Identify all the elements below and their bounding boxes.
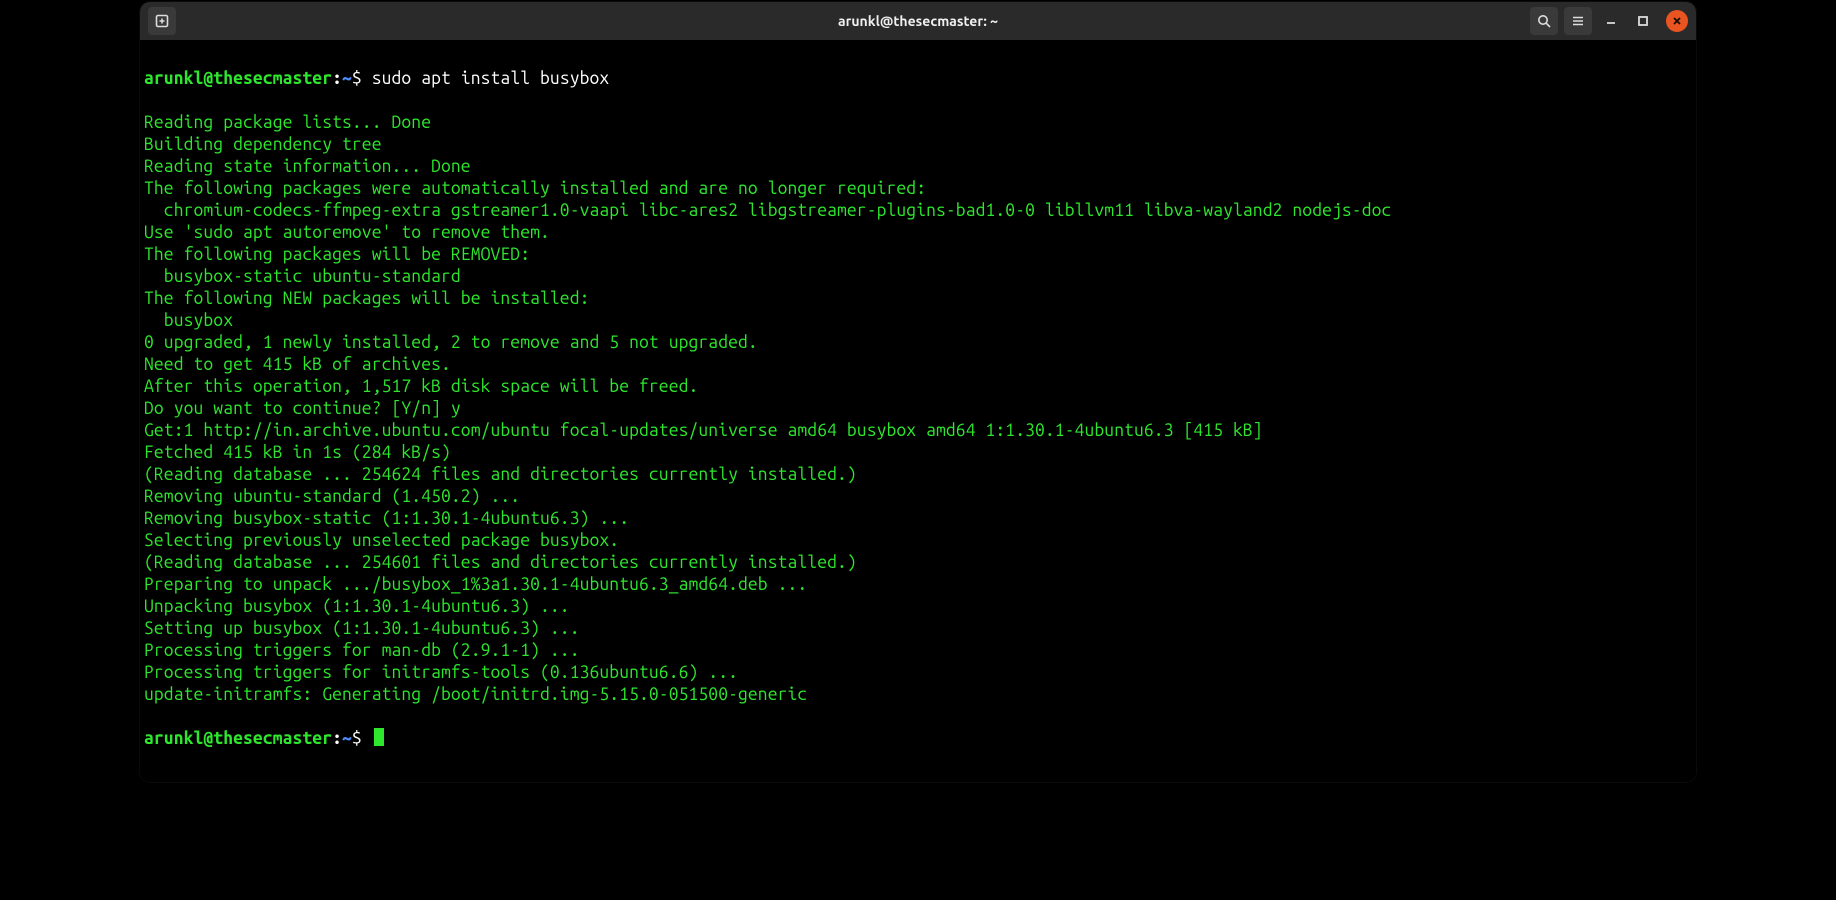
- prompt-symbol: $: [352, 729, 362, 748]
- terminal-output-line: Use 'sudo apt autoremove' to remove them…: [144, 222, 1692, 244]
- terminal-output-line: Unpacking busybox (1:1.30.1-4ubuntu6.3) …: [144, 596, 1692, 618]
- terminal-output-line: Reading state information... Done: [144, 156, 1692, 178]
- terminal-output-line: The following packages were automaticall…: [144, 178, 1692, 200]
- prompt-path: ~: [342, 729, 352, 748]
- new-tab-button[interactable]: [148, 7, 176, 35]
- maximize-icon: [1637, 15, 1649, 27]
- terminal-output-line: After this operation, 1,517 kB disk spac…: [144, 376, 1692, 398]
- terminal-output-line: busybox-static ubuntu-standard: [144, 266, 1692, 288]
- terminal-window: arunkl@thesecmaster: ~ arunkl@thesecmast…: [140, 2, 1696, 782]
- terminal-output-line: Processing triggers for man-db (2.9.1-1)…: [144, 640, 1692, 662]
- terminal-output-line: Fetched 415 kB in 1s (284 kB/s): [144, 442, 1692, 464]
- prompt-line-2: arunkl@thesecmaster:~$: [144, 728, 1692, 750]
- terminal-body[interactable]: arunkl@thesecmaster:~$ sudo apt install …: [140, 40, 1696, 782]
- terminal-output-line: 0 upgraded, 1 newly installed, 2 to remo…: [144, 332, 1692, 354]
- terminal-output-line: Setting up busybox (1:1.30.1-4ubuntu6.3)…: [144, 618, 1692, 640]
- terminal-output-line: chromium-codecs-ffmpeg-extra gstreamer1.…: [144, 200, 1692, 222]
- terminal-output-line: Processing triggers for initramfs-tools …: [144, 662, 1692, 684]
- terminal-output-line: (Reading database ... 254624 files and d…: [144, 464, 1692, 486]
- terminal-output-line: (Reading database ... 254601 files and d…: [144, 552, 1692, 574]
- prompt-user-host: arunkl@thesecmaster: [144, 69, 332, 88]
- new-tab-icon: [154, 13, 170, 29]
- prompt-separator: :: [332, 729, 342, 748]
- terminal-output-line: Removing busybox-static (1:1.30.1-4ubunt…: [144, 508, 1692, 530]
- cursor-block: [374, 728, 384, 746]
- maximize-button[interactable]: [1630, 8, 1656, 34]
- prompt-path: ~: [342, 69, 352, 88]
- prompt-separator: :: [332, 69, 342, 88]
- search-button[interactable]: [1530, 7, 1558, 35]
- terminal-output-line: Need to get 415 kB of archives.: [144, 354, 1692, 376]
- terminal-output-line: Removing ubuntu-standard (1.450.2) ...: [144, 486, 1692, 508]
- terminal-output-line: The following NEW packages will be insta…: [144, 288, 1692, 310]
- search-icon: [1536, 13, 1552, 29]
- minimize-button[interactable]: [1598, 8, 1624, 34]
- window-titlebar: arunkl@thesecmaster: ~: [140, 2, 1696, 40]
- terminal-output-line: Building dependency tree: [144, 134, 1692, 156]
- prompt-line-1: arunkl@thesecmaster:~$ sudo apt install …: [144, 68, 1692, 90]
- terminal-output-line: The following packages will be REMOVED:: [144, 244, 1692, 266]
- terminal-output-line: Preparing to unpack .../busybox_1%3a1.30…: [144, 574, 1692, 596]
- hamburger-menu-icon: [1570, 13, 1586, 29]
- minimize-icon: [1605, 15, 1617, 27]
- terminal-output-line: busybox: [144, 310, 1692, 332]
- terminal-output-line: Selecting previously unselected package …: [144, 530, 1692, 552]
- terminal-output-line: Reading package lists... Done: [144, 112, 1692, 134]
- prompt-user-host: arunkl@thesecmaster: [144, 729, 332, 748]
- hamburger-menu-button[interactable]: [1564, 7, 1592, 35]
- terminal-output-line: Do you want to continue? [Y/n] y: [144, 398, 1692, 420]
- terminal-output-line: Get:1 http://in.archive.ubuntu.com/ubunt…: [144, 420, 1692, 442]
- close-icon: [1671, 15, 1683, 27]
- typed-command: sudo apt install busybox: [372, 69, 610, 88]
- close-button[interactable]: [1666, 10, 1688, 32]
- terminal-output-line: update-initramfs: Generating /boot/initr…: [144, 684, 1692, 706]
- window-title: arunkl@thesecmaster: ~: [838, 13, 998, 29]
- prompt-symbol: $: [352, 69, 362, 88]
